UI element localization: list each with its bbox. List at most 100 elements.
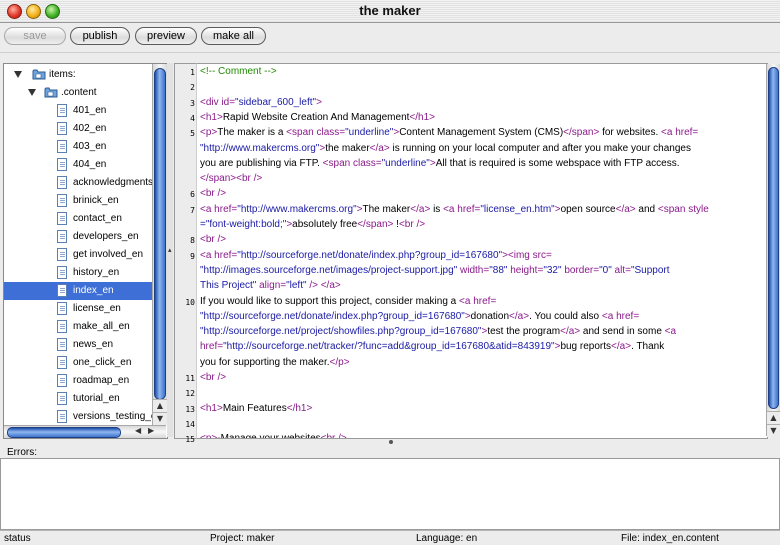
editor-scroll-thumb[interactable] <box>768 67 779 409</box>
code-line[interactable]: <h1>Rapid Website Creation And Managemen… <box>200 112 435 123</box>
tree-file-label: developers_en <box>73 231 139 242</box>
scroll-down-arrow-icon[interactable]: ▼ <box>153 412 167 425</box>
window-title: the maker <box>359 3 421 18</box>
code-line[interactable]: <h1>Main Features</h1> <box>200 403 312 414</box>
document-icon <box>57 122 67 135</box>
code-token: ="font-weight:bold;" <box>200 219 287 230</box>
code-line[interactable]: you for supporting the maker.</p> <box>200 357 350 368</box>
document-icon <box>57 158 67 171</box>
folder-icon <box>44 87 58 98</box>
pane-splitter[interactable]: ▴ <box>167 63 173 437</box>
code-token: donation <box>470 310 510 322</box>
tree-file-item[interactable]: license_en <box>4 300 153 318</box>
code-line[interactable]: "http://sourceforge.net/project/showfile… <box>200 326 676 337</box>
disclosure-triangle-icon[interactable] <box>14 71 22 78</box>
code-line[interactable]: <a href="http://www.makercms.org">The ma… <box>200 204 709 215</box>
code-line[interactable]: "http://images.sourceforge.net/images/pr… <box>200 265 670 276</box>
code-editor[interactable]: <!-- Comment --> <div id="sidebar_600_lef… <box>196 63 768 439</box>
code-token: <a href= <box>459 295 497 307</box>
scroll-right-arrow-icon[interactable]: ▶ <box>148 426 154 435</box>
code-token: </a> <box>611 341 632 353</box>
tree-folder-item[interactable]: .content <box>4 84 153 102</box>
tree-root-item[interactable]: items: <box>4 66 153 84</box>
code-line[interactable]: <br /> <box>200 188 226 199</box>
code-token: </h1> <box>409 111 435 123</box>
code-token: absolutely free <box>292 219 358 230</box>
tree-file-item[interactable]: brinick_en <box>4 192 153 210</box>
tree-file-item[interactable]: 402_en <box>4 120 153 138</box>
code-token: <h1> <box>200 402 223 414</box>
tree-file-label: 401_en <box>73 105 107 116</box>
code-token: <p> <box>200 127 218 139</box>
code-line[interactable]: </span><br /> <box>200 173 262 184</box>
code-line[interactable]: <p>The maker is a <span class="underline… <box>200 127 698 138</box>
document-icon <box>57 248 67 261</box>
code-token: . You could also <box>529 310 602 322</box>
split-handle-icon[interactable] <box>389 440 393 444</box>
tree-file-item[interactable]: one_click_en <box>4 354 153 372</box>
code-line[interactable]: If you would like to support this projec… <box>200 296 496 307</box>
scroll-left-arrow-icon[interactable]: ◀ <box>135 426 141 435</box>
code-line[interactable]: <!-- Comment --> <box>200 66 277 77</box>
tree-file-label: 402_en <box>73 123 107 134</box>
title-bar[interactable]: the maker <box>0 0 780 23</box>
line-number: 2 <box>190 83 195 93</box>
code-token: </a> <box>615 203 636 215</box>
tree-folder-label: .content <box>61 87 97 98</box>
scroll-up-arrow-icon[interactable]: ▲ <box>767 411 780 424</box>
status-language: Language: en <box>416 533 478 544</box>
code-token: href= <box>200 341 224 353</box>
code-line[interactable]: <br /> <box>200 372 226 383</box>
code-line[interactable]: "http://www.makercms.org">the maker</a> … <box>200 143 691 154</box>
save-button[interactable]: save <box>4 27 66 45</box>
code-line[interactable]: href="http://sourceforge.net/tracker/?fu… <box>200 341 664 352</box>
code-line[interactable]: ="font-weight:bold;">absolutely free</sp… <box>200 219 425 230</box>
tree-file-item[interactable]: index_en <box>4 282 153 300</box>
tree-hscroll-thumb[interactable] <box>7 427 121 438</box>
code-line[interactable]: This Project" align="left" /> </a> <box>200 280 341 291</box>
code-token: bug reports <box>560 341 612 353</box>
folder-icon <box>32 69 46 80</box>
code-token: "http://sourceforge.net/tracker/?func=ad… <box>223 341 555 353</box>
code-token: open source <box>560 203 616 215</box>
document-icon <box>57 266 67 279</box>
document-icon <box>57 410 67 423</box>
tree-vertical-scrollbar[interactable]: ▲ ▼ <box>152 64 167 425</box>
make-all-button[interactable]: make all <box>201 27 266 45</box>
scroll-down-arrow-icon[interactable]: ▼ <box>767 424 780 437</box>
code-line[interactable]: "http://sourceforge.net/donate/index.php… <box>200 311 639 322</box>
code-line[interactable]: <div id="sidebar_600_left"> <box>200 97 322 108</box>
tree-file-label: versions_testing_e <box>73 411 157 422</box>
code-token: "http://sourceforge.net/donate/index.php… <box>200 310 465 322</box>
tree-file-item[interactable]: 404_en <box>4 156 153 174</box>
tree-file-item[interactable]: acknowledgments <box>4 174 153 192</box>
code-line[interactable]: <a href="http://sourceforge.net/donate/i… <box>200 250 552 261</box>
tree-file-label: history_en <box>73 267 120 278</box>
preview-button[interactable]: preview <box>135 27 197 45</box>
publish-button[interactable]: publish <box>70 27 130 45</box>
tree-file-item[interactable]: contact_en <box>4 210 153 228</box>
code-line[interactable]: <br /> <box>200 234 226 245</box>
tree-file-item[interactable]: 401_en <box>4 102 153 120</box>
tree-file-item[interactable]: history_en <box>4 264 153 282</box>
status-text: status <box>4 533 31 544</box>
tree-file-item[interactable]: versions_testing_e <box>4 408 157 426</box>
tree-file-item[interactable]: get involved_en <box>4 246 153 264</box>
tree-file-item[interactable]: news_en <box>4 336 153 354</box>
tree-file-item[interactable]: developers_en <box>4 228 153 246</box>
tree-scroll-thumb[interactable] <box>154 68 166 400</box>
tree-file-item[interactable]: 403_en <box>4 138 153 156</box>
code-token: "32" <box>543 264 562 276</box>
editor-vertical-scrollbar[interactable]: ▲ ▼ <box>766 64 780 437</box>
code-line[interactable]: <p>-Manage your websites<br /> <box>200 433 347 438</box>
scroll-up-arrow-icon[interactable]: ▲ <box>153 399 167 412</box>
disclosure-triangle-icon[interactable] <box>28 89 36 96</box>
code-line[interactable]: you are publishing via FTP. <span class=… <box>200 158 680 169</box>
tree-file-item[interactable]: tutorial_en <box>4 390 153 408</box>
tree-horizontal-scrollbar[interactable]: ◀ ▶ <box>4 425 166 438</box>
code-token: you are publishing via FTP. <box>200 157 323 169</box>
file-tree[interactable]: items: .content 401_en 402_en 403_en 404_en… <box>3 63 168 439</box>
tree-file-label: one_click_en <box>73 357 132 368</box>
tree-file-item[interactable]: make_all_en <box>4 318 153 336</box>
tree-file-item[interactable]: roadmap_en <box>4 372 153 390</box>
